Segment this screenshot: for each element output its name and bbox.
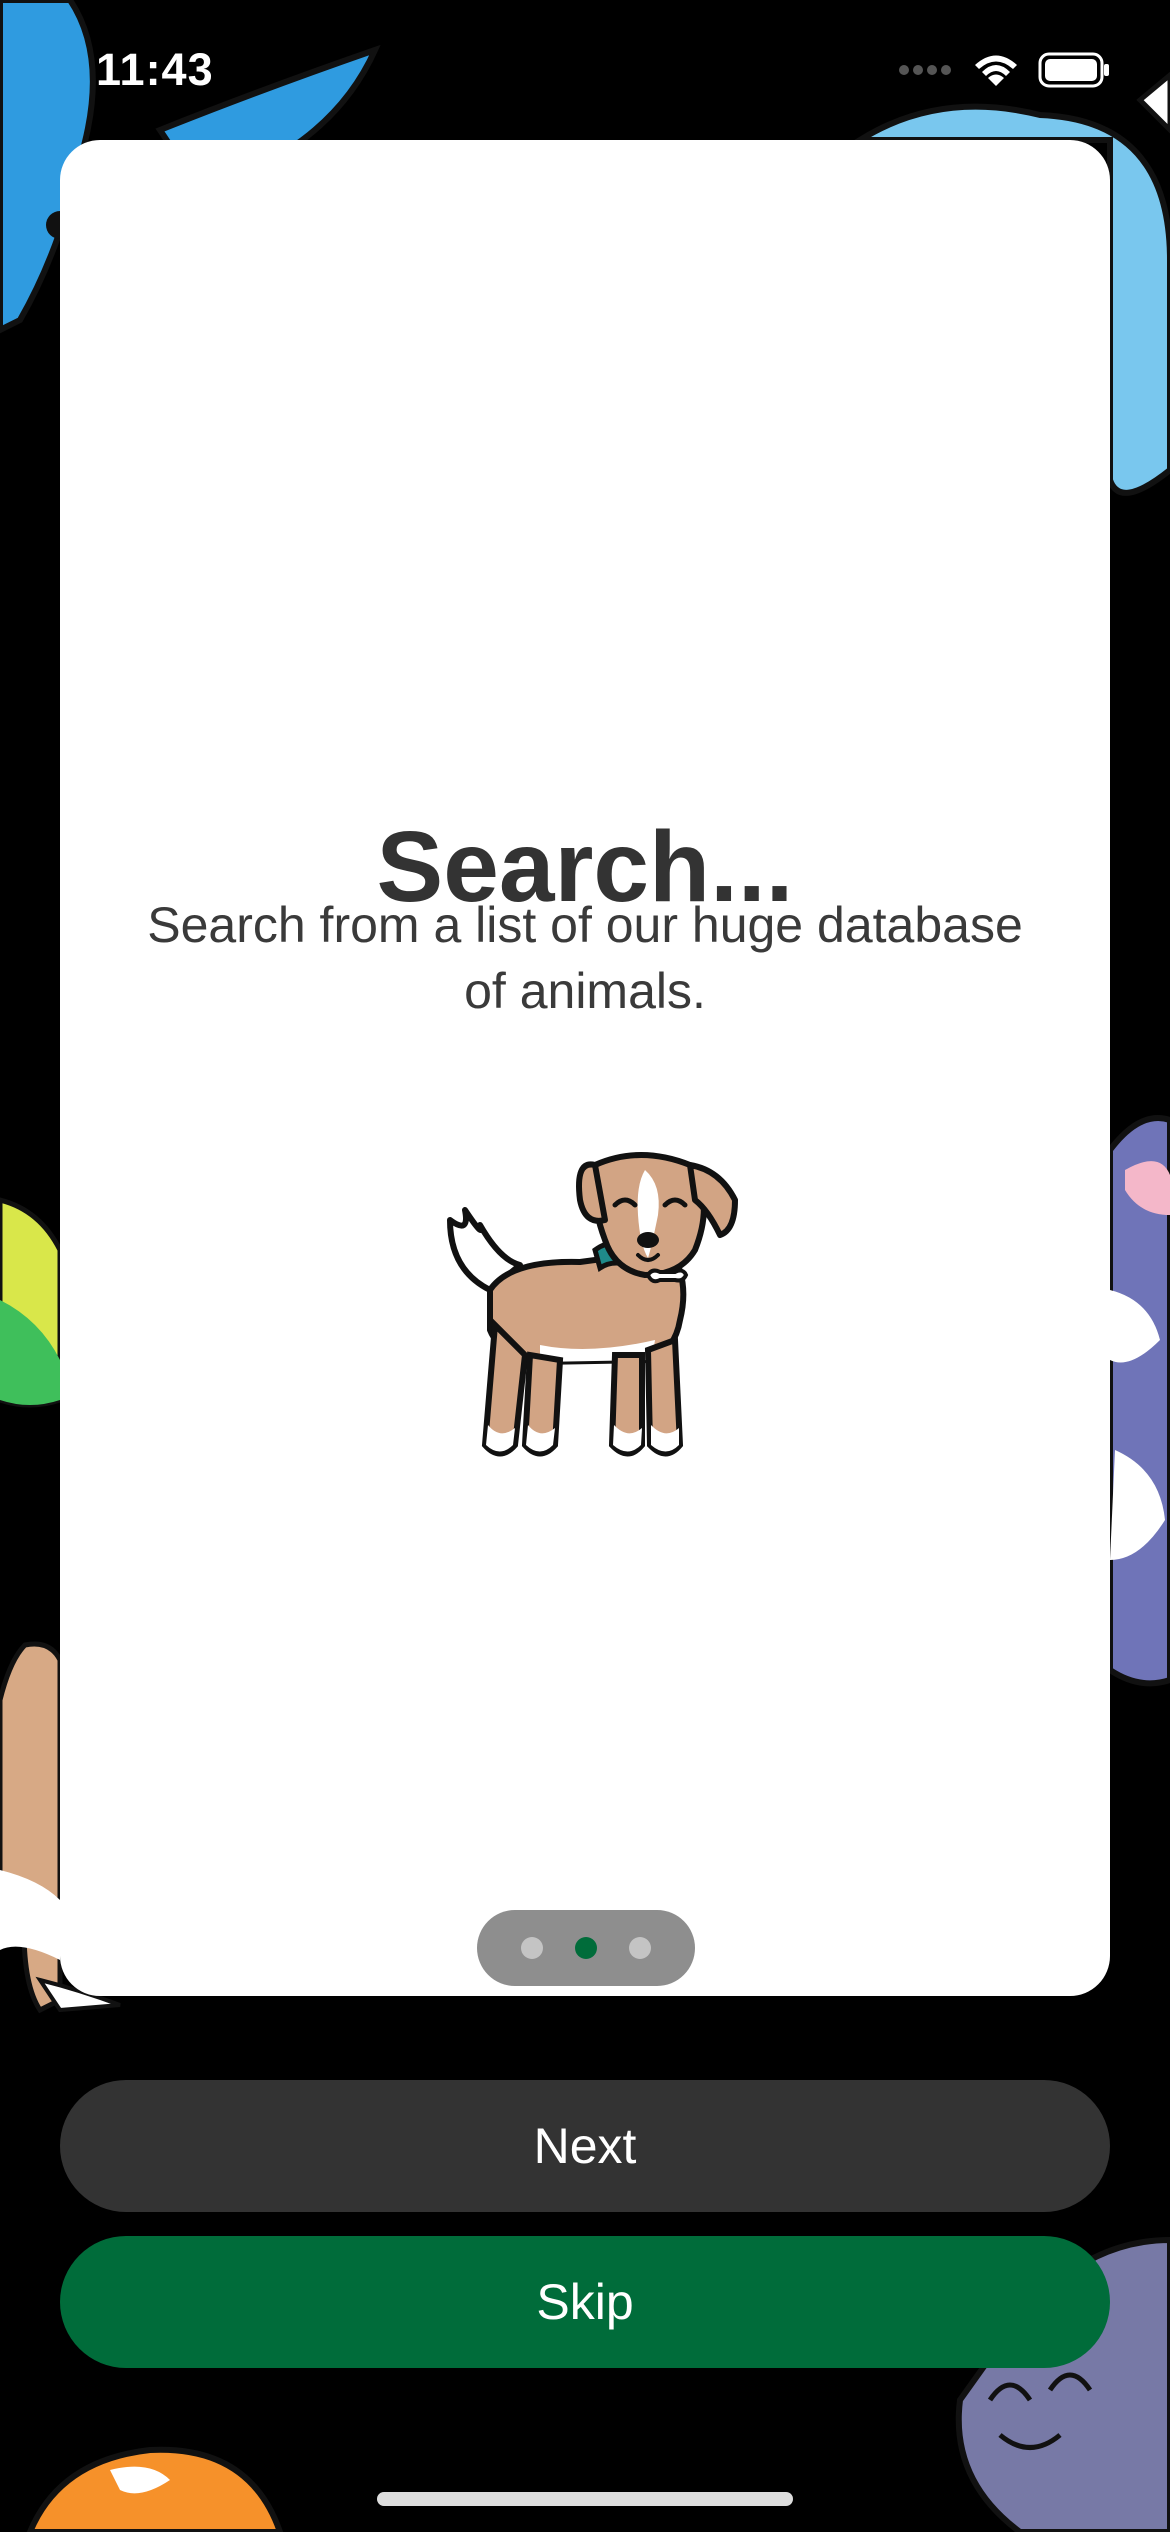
next-button[interactable]: Next	[60, 2080, 1110, 2212]
onboarding-description: Search from a list of our huge database …	[147, 897, 1023, 1019]
page-dot-2-active[interactable]	[575, 1937, 597, 1959]
status-icons	[898, 52, 1110, 88]
wifi-icon	[975, 55, 1017, 86]
status-bar: 11:43	[0, 0, 1170, 140]
purple-cat-illustration	[1107, 1115, 1170, 1687]
battery-icon	[1038, 52, 1109, 88]
green-creature-illustration	[0, 1197, 63, 1408]
dog-illustration	[447, 1152, 738, 1457]
signal-icon	[899, 65, 951, 75]
skip-button[interactable]: Skip	[60, 2236, 1110, 2368]
page-dot-3[interactable]	[629, 1937, 651, 1959]
home-indicator[interactable]	[377, 2492, 793, 2506]
onboarding-card: Search... Search from a list of our huge…	[60, 140, 1110, 1996]
orange-creature-illustration	[26, 2446, 284, 2532]
page-dot-1[interactable]	[521, 1937, 543, 1959]
page-indicator[interactable]	[477, 1910, 695, 1986]
status-time: 11:43	[96, 44, 214, 95]
